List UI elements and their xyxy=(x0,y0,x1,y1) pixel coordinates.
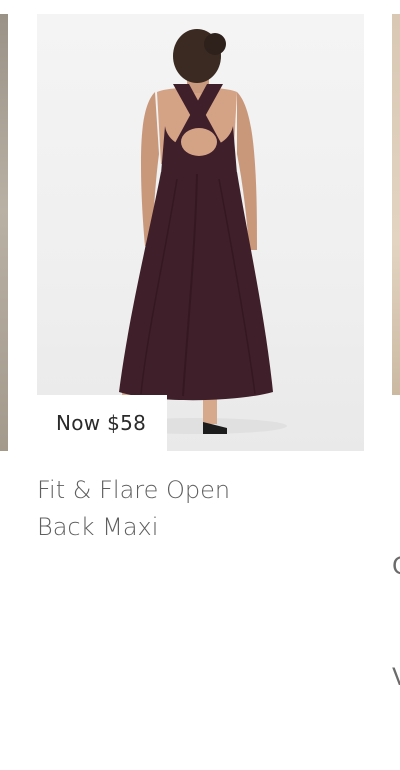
product-title-line-2: Back Maxi xyxy=(37,513,159,541)
product-card[interactable]: Now $58 Fit & Flare Open Back Maxi xyxy=(37,14,364,546)
product-carousel: Now $58 Fit & Flare Open Back Maxi C V xyxy=(0,0,400,691)
next-product-image[interactable] xyxy=(392,14,400,395)
previous-product-image[interactable] xyxy=(0,14,8,451)
dress-photo xyxy=(107,29,287,434)
price-label: Now $58 xyxy=(56,411,147,435)
product-image[interactable]: Now $58 xyxy=(37,14,364,451)
next-product-title-line-1: C xyxy=(392,548,400,585)
product-title[interactable]: Fit & Flare Open Back Maxi xyxy=(37,472,297,546)
next-product-title-line-2: V xyxy=(392,659,400,696)
product-title-line-1: Fit & Flare Open xyxy=(37,476,231,504)
price-badge: Now $58 xyxy=(37,395,168,451)
next-product-title[interactable]: C V xyxy=(392,474,400,770)
